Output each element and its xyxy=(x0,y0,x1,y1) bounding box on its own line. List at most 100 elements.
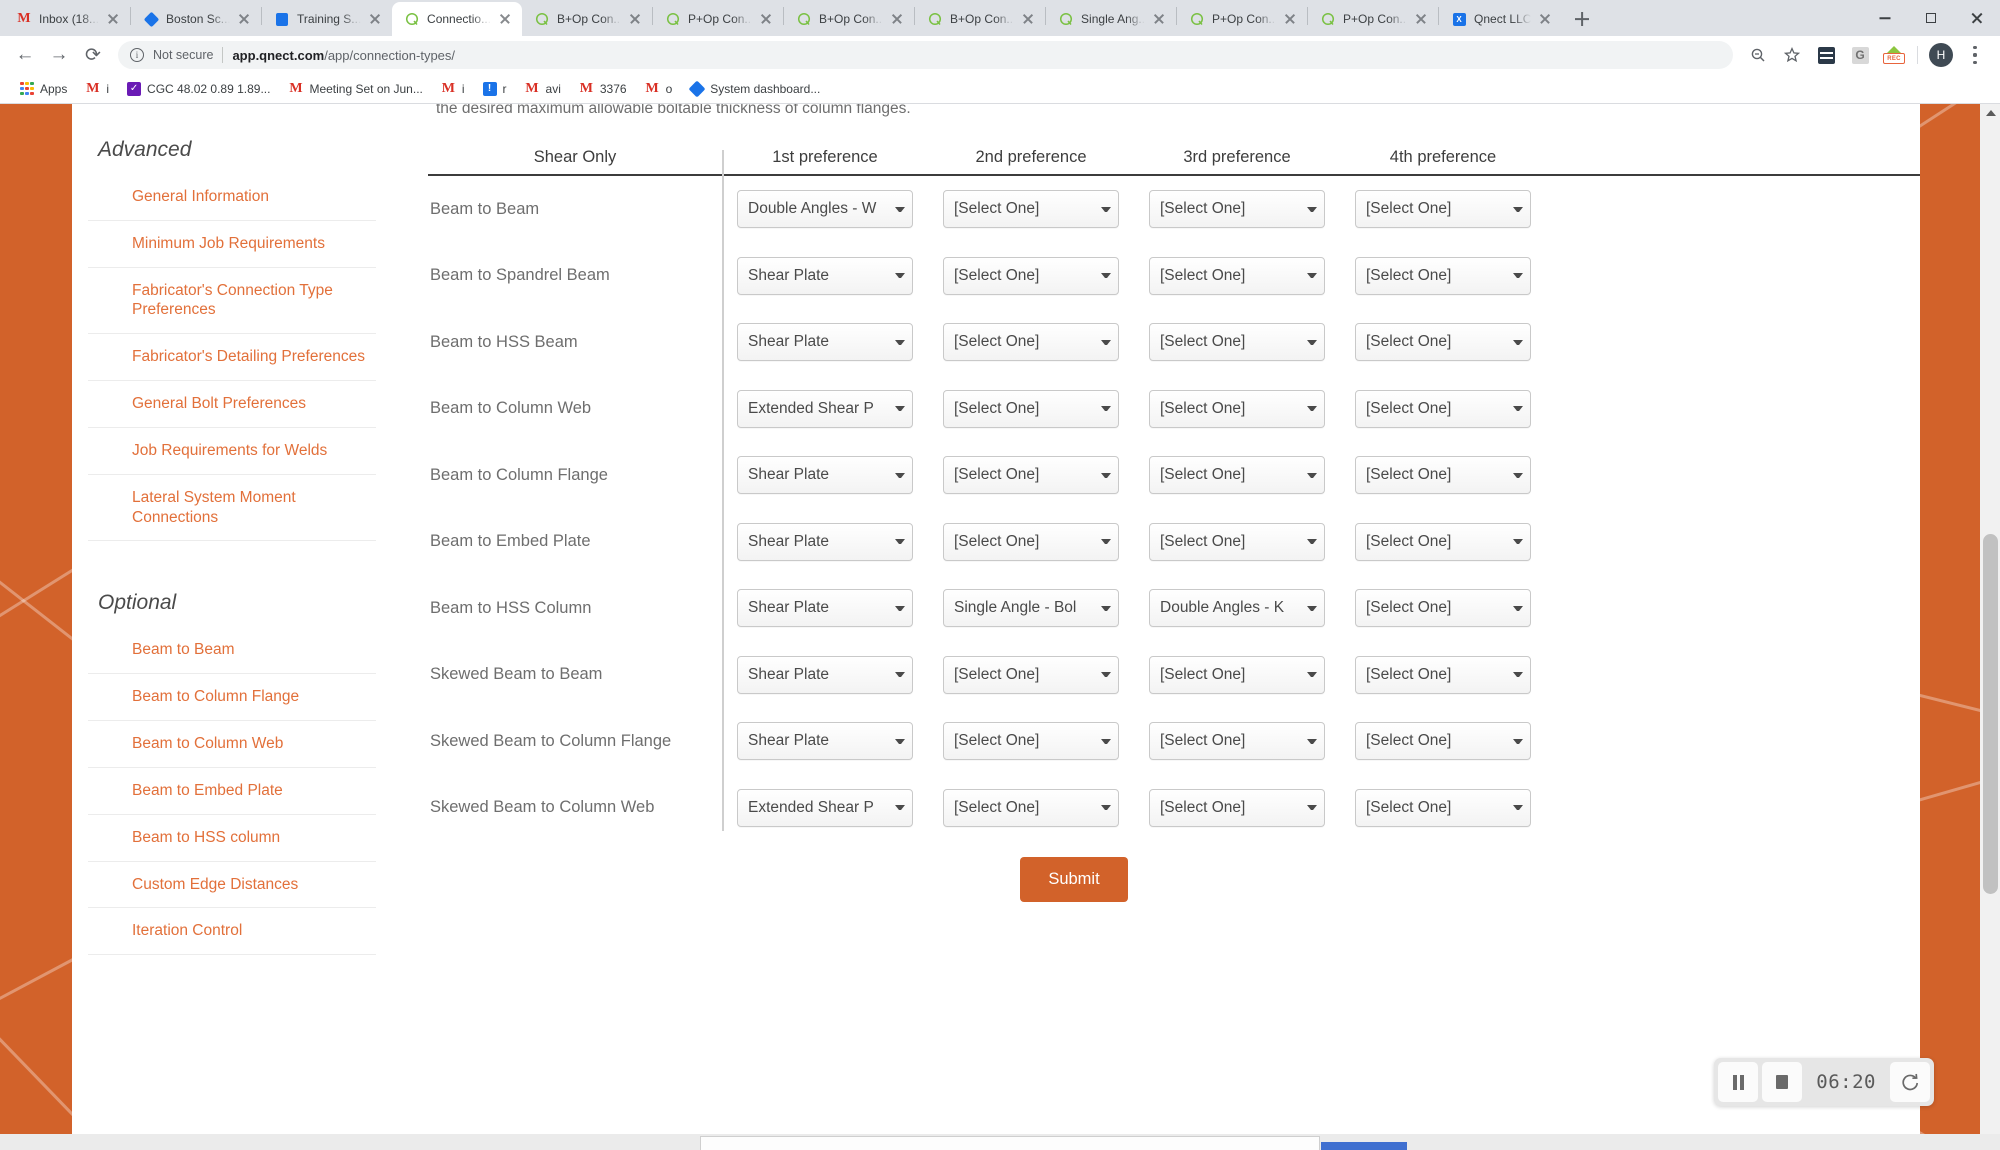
sidebar-item-job-requirements-for-welds[interactable]: Job Requirements for Welds xyxy=(88,428,376,475)
chevron-down-icon[interactable] xyxy=(1307,339,1317,345)
chevron-down-icon[interactable] xyxy=(895,605,905,611)
grammarly-icon[interactable]: G xyxy=(1845,40,1875,70)
sidebar-item-fabricator-s-connection-type-preferences[interactable]: Fabricator's Connection Type Preferences xyxy=(88,268,376,335)
sidebar-item-general-information[interactable]: General Information xyxy=(88,174,376,221)
sidebar-item-beam-to-beam[interactable]: Beam to Beam xyxy=(88,627,376,675)
preference-select-2[interactable]: [Select One] xyxy=(943,323,1119,362)
chevron-down-icon[interactable] xyxy=(1101,472,1111,478)
chevron-down-icon[interactable] xyxy=(1513,539,1523,545)
preference-select-4[interactable]: [Select One] xyxy=(1355,722,1531,761)
bookmark-item[interactable]: Mi xyxy=(433,78,473,99)
preference-select-1[interactable]: Shear Plate xyxy=(737,323,913,362)
preference-select-4[interactable]: [Select One] xyxy=(1355,655,1531,694)
bookmark-item[interactable]: System dashboard... xyxy=(682,79,828,99)
bookmark-item[interactable]: Apps xyxy=(12,79,75,99)
stop-icon[interactable] xyxy=(1762,1062,1803,1102)
reload-icon[interactable]: ⟳ xyxy=(78,40,108,70)
sidebar-item-minimum-job-requirements[interactable]: Minimum Job Requirements xyxy=(88,221,376,268)
bookmark-item[interactable]: M Meeting Set on Jun... xyxy=(280,78,430,99)
chevron-down-icon[interactable] xyxy=(1307,738,1317,744)
preference-select-1[interactable]: Shear Plate xyxy=(737,722,913,761)
chevron-down-icon[interactable] xyxy=(1513,339,1523,345)
browser-tab[interactable]: P+Op Con... xyxy=(1308,2,1438,36)
preference-select-1[interactable]: Shear Plate xyxy=(737,256,913,295)
preference-select-2[interactable]: [Select One] xyxy=(943,655,1119,694)
tab-close-icon[interactable] xyxy=(1538,12,1552,26)
preference-select-1[interactable]: Double Angles - W xyxy=(737,190,913,229)
preference-select-4[interactable]: [Select One] xyxy=(1355,456,1531,495)
tab-close-icon[interactable] xyxy=(1414,12,1428,26)
preference-select-2[interactable]: [Select One] xyxy=(943,722,1119,761)
browser-tab[interactable]: B+Op Con... xyxy=(915,2,1045,36)
chevron-down-icon[interactable] xyxy=(1101,339,1111,345)
avatar[interactable]: H xyxy=(1926,40,1956,70)
preference-select-3[interactable]: Double Angles - K xyxy=(1149,589,1325,628)
preference-select-3[interactable]: [Select One] xyxy=(1149,522,1325,561)
browser-tab-active[interactable]: Connectio... xyxy=(392,2,523,36)
preference-select-2[interactable]: [Select One] xyxy=(943,522,1119,561)
preference-select-3[interactable]: [Select One] xyxy=(1149,256,1325,295)
preference-select-4[interactable]: [Select One] xyxy=(1355,256,1531,295)
chevron-down-icon[interactable] xyxy=(895,539,905,545)
chevron-down-icon[interactable] xyxy=(1513,605,1523,611)
new-tab-button[interactable] xyxy=(1568,5,1596,33)
tab-close-icon[interactable] xyxy=(890,12,904,26)
chevron-down-icon[interactable] xyxy=(1513,805,1523,811)
chevron-down-icon[interactable] xyxy=(1101,805,1111,811)
browser-tab[interactable]: Training S... xyxy=(262,2,392,36)
scroll-up-arrow-icon[interactable] xyxy=(1986,110,1996,116)
sidebar-item-beam-to-embed-plate[interactable]: Beam to Embed Plate xyxy=(88,768,376,815)
chevron-down-icon[interactable] xyxy=(1307,539,1317,545)
chevron-down-icon[interactable] xyxy=(895,206,905,212)
chevron-down-icon[interactable] xyxy=(1101,605,1111,611)
chevron-down-icon[interactable] xyxy=(1101,206,1111,212)
browser-tab[interactable]: B+Op Con... xyxy=(522,2,652,36)
preference-select-3[interactable]: [Select One] xyxy=(1149,655,1325,694)
chevron-down-icon[interactable] xyxy=(1101,539,1111,545)
preference-select-4[interactable]: [Select One] xyxy=(1355,323,1531,362)
preference-select-4[interactable]: [Select One] xyxy=(1355,788,1531,827)
kebab-menu-icon[interactable] xyxy=(1960,40,1990,70)
bookmark-item[interactable]: Mo xyxy=(637,78,681,99)
browser-tab[interactable]: B+Op Con... xyxy=(784,2,914,36)
preference-select-3[interactable]: [Select One] xyxy=(1149,389,1325,428)
bookmark-item[interactable]: M 3376 xyxy=(571,78,635,99)
bookmark-item[interactable]: CGC 48.02 0.89 1.89... xyxy=(119,79,278,99)
browser-tab[interactable]: P+Op Con... xyxy=(653,2,783,36)
tab-close-icon[interactable] xyxy=(368,12,382,26)
tab-close-icon[interactable] xyxy=(237,12,251,26)
preference-select-1[interactable]: Shear Plate xyxy=(737,589,913,628)
sidebar-item-beam-to-hss-column[interactable]: Beam to HSS column xyxy=(88,815,376,862)
sidebar-item-fabricator-s-detailing-preferences[interactable]: Fabricator's Detailing Preferences xyxy=(88,334,376,382)
sidebar-item-lateral-system-moment-connections[interactable]: Lateral System Moment Connections xyxy=(88,475,376,542)
chevron-down-icon[interactable] xyxy=(1101,273,1111,279)
tab-close-icon[interactable] xyxy=(1152,12,1166,26)
chevron-down-icon[interactable] xyxy=(1513,273,1523,279)
preference-select-1[interactable]: Extended Shear P xyxy=(737,788,913,827)
preference-select-2[interactable]: Single Angle - Bol xyxy=(943,589,1119,628)
sidebar-item-general-bolt-preferences[interactable]: General Bolt Preferences xyxy=(88,381,376,428)
chevron-down-icon[interactable] xyxy=(895,672,905,678)
tab-close-icon[interactable] xyxy=(1283,12,1297,26)
preference-select-4[interactable]: [Select One] xyxy=(1355,389,1531,428)
chevron-down-icon[interactable] xyxy=(1307,805,1317,811)
chevron-down-icon[interactable] xyxy=(1307,472,1317,478)
chevron-down-icon[interactable] xyxy=(895,805,905,811)
chevron-down-icon[interactable] xyxy=(1307,672,1317,678)
preference-select-2[interactable]: [Select One] xyxy=(943,389,1119,428)
chevron-down-icon[interactable] xyxy=(1513,472,1523,478)
dark-extension-icon[interactable] xyxy=(1811,40,1841,70)
sidebar-item-custom-edge-distances[interactable]: Custom Edge Distances xyxy=(88,862,376,909)
preference-select-2[interactable]: [Select One] xyxy=(943,256,1119,295)
tab-close-icon[interactable] xyxy=(628,12,642,26)
sidebar-item-iteration-control[interactable]: Iteration Control xyxy=(88,908,376,956)
restart-icon[interactable] xyxy=(1890,1062,1930,1102)
sidebar-item-beam-to-column-web[interactable]: Beam to Column Web xyxy=(88,721,376,768)
chevron-down-icon[interactable] xyxy=(1101,672,1111,678)
preference-select-3[interactable]: [Select One] xyxy=(1149,456,1325,495)
chevron-down-icon[interactable] xyxy=(1101,406,1111,412)
preference-select-4[interactable]: [Select One] xyxy=(1355,190,1531,229)
chevron-down-icon[interactable] xyxy=(1513,206,1523,212)
chevron-down-icon[interactable] xyxy=(1307,206,1317,212)
pause-icon[interactable] xyxy=(1718,1062,1759,1102)
